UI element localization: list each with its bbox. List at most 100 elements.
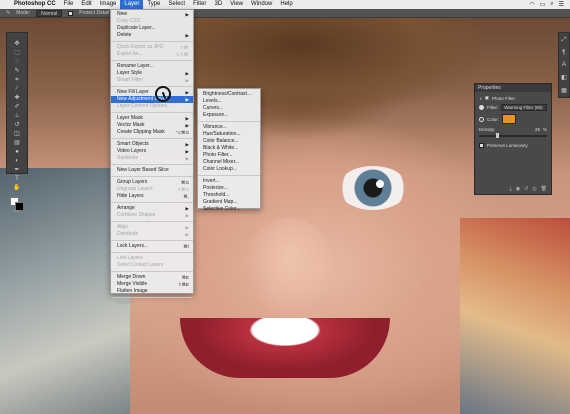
layer-menu-item-rename-layer[interactable]: Rename Layer... <box>111 63 193 70</box>
clone-stamp-tool-icon[interactable]: ⊥ <box>10 113 24 120</box>
menu-3d[interactable]: 3D <box>210 0 226 9</box>
menu-image[interactable]: Image <box>96 0 121 9</box>
layer-menu-item-hide-layers[interactable]: Hide Layers ⌘, <box>111 193 193 200</box>
adjustment-item-hue-saturation[interactable]: Hue/Saturation... <box>198 131 260 138</box>
trash-icon[interactable]: 🗑 <box>541 186 547 192</box>
layer-menu-item-new-fill-layer[interactable]: New Fill Layer ▶ <box>111 89 193 96</box>
density-slider-knob[interactable] <box>496 133 499 138</box>
color-radio[interactable] <box>479 116 484 122</box>
density-value[interactable]: 25 <box>535 127 540 132</box>
photo-canvas[interactable] <box>0 18 570 414</box>
eyedropper-tool-icon[interactable]: ⁄ <box>10 86 24 93</box>
adjustment-item-channel-mixer[interactable]: Channel Mixer... <box>198 159 260 166</box>
mode-select[interactable]: Normal <box>36 9 63 17</box>
visibility-icon[interactable]: ◎ <box>532 186 536 192</box>
notifications-icon[interactable]: ☰ <box>559 1 564 8</box>
layer-menu-item-flatten-image[interactable]: Flatten Image <box>111 288 193 295</box>
character-panel-icon[interactable]: A <box>562 62 566 68</box>
menu-help[interactable]: Help <box>276 0 296 9</box>
history-panel-icon[interactable]: ⤢ <box>562 37 567 44</box>
adjustment-item-invert[interactable]: Invert... <box>198 178 260 185</box>
view-previous-icon[interactable]: ◉ <box>516 186 520 192</box>
adjustment-item-black-white[interactable]: Black & White... <box>198 145 260 152</box>
menu-edit[interactable]: Edit <box>77 0 95 9</box>
menu-window[interactable]: Window <box>247 0 276 9</box>
preserve-luminosity-checkbox[interactable] <box>479 143 484 148</box>
adjustment-item-vibrance[interactable]: Vibrance... <box>198 124 260 131</box>
layer-menu-item-label: Combine Shapes <box>117 212 156 218</box>
spotlight-search-icon[interactable]: ⌕ <box>550 1 553 8</box>
layer-menu-item-label: Quick Export as JPG <box>117 44 164 50</box>
adjustment-item-gradient-map[interactable]: Gradient Map... <box>198 199 260 206</box>
layer-menu-item-lock-layers[interactable]: Lock Layers... ⌘/ <box>111 243 193 250</box>
adjustments-panel-icon[interactable]: ▦ <box>561 87 567 94</box>
wifi-icon[interactable]: ◠ <box>529 1 534 8</box>
marquee-tool-icon[interactable]: ⬚ <box>10 50 24 57</box>
menu-filter[interactable]: Filter <box>189 0 210 9</box>
layer-menu-item-label: New Fill Layer <box>117 89 149 95</box>
adjustment-item-label: Invert... <box>203 178 220 184</box>
mask-icon[interactable]: ▣ <box>485 95 489 101</box>
adjustment-item-selective-color[interactable]: Selective Color... <box>198 206 260 213</box>
adjustment-item-exposure[interactable]: Exposure... <box>198 112 260 119</box>
color-swatch[interactable] <box>502 114 517 124</box>
adjustment-item-brightness-contrast[interactable]: Brightness/Contrast... <box>198 91 260 98</box>
menu-view[interactable]: View <box>226 0 247 9</box>
layers-panel-icon[interactable]: ◧ <box>561 74 567 81</box>
menu-select[interactable]: Select <box>164 0 189 9</box>
gradient-tool-icon[interactable]: ▤ <box>10 140 24 147</box>
menu-file[interactable]: File <box>60 0 78 9</box>
adjustment-item-levels[interactable]: Levels... <box>198 98 260 105</box>
layer-menu-item-new-adjustment-layer[interactable]: New Adjustment Layer ▶ <box>111 96 193 103</box>
layer-menu-item-delete[interactable]: Delete ▶ <box>111 32 193 39</box>
submenu-arrow-icon: ▶ <box>185 116 189 121</box>
adjustment-item-threshold[interactable]: Threshold... <box>198 192 260 199</box>
layer-menu-item-arrange[interactable]: Arrange ▶ <box>111 205 193 212</box>
reset-icon[interactable]: ↺ <box>524 186 528 192</box>
lasso-tool-icon[interactable]: ◌ <box>10 59 24 66</box>
layer-menu-item-smart-objects[interactable]: Smart Objects ▶ <box>111 141 193 148</box>
dodge-tool-icon[interactable]: ◐ <box>10 158 24 165</box>
history-brush-tool-icon[interactable]: ↺ <box>10 122 24 129</box>
crop-tool-icon[interactable]: ⌗ <box>10 77 24 84</box>
healing-brush-tool-icon[interactable]: ✚ <box>10 95 24 102</box>
blur-tool-icon[interactable]: ● <box>10 149 24 156</box>
menu-type[interactable]: Type <box>143 0 164 9</box>
filter-select[interactable]: Warming Filter (85) <box>501 104 547 111</box>
adjustment-item-color-balance[interactable]: Color Balance... <box>198 138 260 145</box>
adjustment-item-color-lookup[interactable]: Color Lookup... <box>198 166 260 173</box>
adjustment-item-curves[interactable]: Curves... <box>198 105 260 112</box>
layer-menu-item-merge-down[interactable]: Merge Down ⌘E <box>111 274 193 281</box>
layer-menu-item-create-clipping-mask[interactable]: Create Clipping Mask ⌥⌘G <box>111 129 193 136</box>
layer-menu-item-new-layer-based-slice[interactable]: New Layer Based Slice <box>111 167 193 174</box>
move-tool-icon[interactable]: ✥ <box>10 41 24 48</box>
filter-radio[interactable] <box>479 105 484 110</box>
adjustment-item-label: Channel Mixer... <box>203 159 240 165</box>
clip-to-layer-icon[interactable]: ⤓ <box>509 186 511 192</box>
layer-menu-item-duplicate-layer[interactable]: Duplicate Layer... <box>111 25 193 32</box>
paragraph-panel-icon[interactable]: ¶ <box>562 50 565 56</box>
pen-tool-icon[interactable]: ✒ <box>10 167 24 174</box>
type-tool-icon[interactable]: T <box>10 176 24 183</box>
adjustment-item-photo-filter[interactable]: Photo Filter... <box>198 152 260 159</box>
layer-menu-item-vector-mask[interactable]: Vector Mask ▶ <box>111 122 193 129</box>
battery-icon[interactable]: ▭ <box>540 1 546 8</box>
layer-menu-item-layer-style[interactable]: Layer Style ▶ <box>111 70 193 77</box>
adjustment-item-posterize[interactable]: Posterize... <box>198 185 260 192</box>
quick-select-tool-icon[interactable]: ✎ <box>10 68 24 75</box>
menu-layer[interactable]: Layer <box>120 0 144 9</box>
background-color[interactable] <box>15 202 24 211</box>
layer-menu-item-merge-visible[interactable]: Merge Visible ⇧⌘E <box>111 281 193 288</box>
layer-menu-item-new[interactable]: New ▶ <box>111 11 193 18</box>
hand-tool-icon[interactable]: ✋ <box>10 185 24 192</box>
layer-menu-item-group-layers[interactable]: Group Layers ⌘G <box>111 179 193 186</box>
layer-menu-item-video-layers[interactable]: Video Layers ▶ <box>111 148 193 155</box>
eraser-tool-icon[interactable]: ◫ <box>10 131 24 138</box>
layer-menu-item-layer-mask[interactable]: Layer Mask ▶ <box>111 115 193 122</box>
menu-photoshop[interactable]: Photoshop CC <box>10 0 60 9</box>
density-slider[interactable] <box>479 133 547 138</box>
tool-preset-icon[interactable]: ✎ <box>6 10 10 16</box>
brush-tool-icon[interactable]: ✐ <box>10 104 24 111</box>
layer-menu-separator <box>111 221 193 222</box>
protect-detail-checkbox[interactable] <box>68 10 74 16</box>
